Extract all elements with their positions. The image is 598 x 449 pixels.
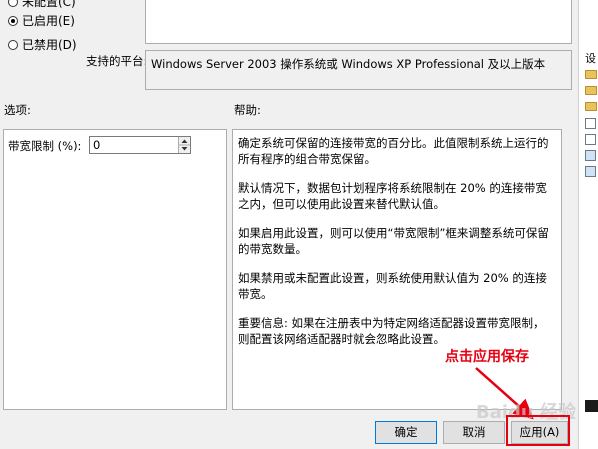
dark-block [585,400,598,412]
help-paragraph: 默认情况下，数据包计划程序将系统限制在 20% 的连接带宽之内，但可以使用此设置… [238,181,547,211]
folder-icon [585,86,597,95]
help-paragraph: 如果启用此设置，则可以使用“带宽限制”框来调整系统可保留的带宽数量。 [238,226,549,256]
radio-disabled[interactable]: 已禁用(D) [8,36,77,53]
apply-highlight-box [506,415,570,446]
options-title: 选项: [4,103,31,117]
cancel-button[interactable]: 取消 [443,421,505,444]
radio-enabled-label: 已启用(E) [22,14,75,28]
bandwidth-label: 带宽限制 (%): [8,139,82,153]
setting-icon [585,166,596,177]
platform-label: 支持的平台: [86,54,148,68]
options-panel: 带宽限制 (%): 0 [3,129,227,410]
radio-disabled-label: 已禁用(D) [22,38,77,52]
background-label: 设 [585,52,596,65]
radio-enabled[interactable]: 已启用(E) [8,12,75,29]
help-paragraph: 确定系统可保留的连接带宽的百分比。此值限制系统上运行的所有程序的组合带宽保留。 [238,136,549,166]
bandwidth-value: 0 [93,138,101,152]
radio-not-configured-label: 未配置(C) [22,0,76,9]
background-window-strip: 设 [578,0,598,449]
radio-circle-icon[interactable] [8,0,18,7]
platform-box: Windows Server 2003 操作系统或 Windows XP Pro… [145,50,572,90]
help-paragraph: 如果禁用或未配置此设置，则系统使用默认值为 20% 的连接带宽。 [238,271,547,301]
help-paragraph: 重要信息: 如果在注册表中为特定网络适配器设置带宽限制，则配置该网络适配器时就会… [238,316,545,346]
spin-buttons[interactable] [178,137,190,153]
spin-arrows-icon[interactable] [179,137,190,153]
setting-icon [585,150,596,161]
bandwidth-spinbox[interactable]: 0 [89,136,191,154]
radio-circle-icon[interactable] [8,39,18,50]
document-icon [585,134,596,145]
ok-button[interactable]: 确定 [375,421,437,444]
platform-value: Windows Server 2003 操作系统或 Windows XP Pro… [151,57,546,71]
radio-selected-icon[interactable] [8,15,18,26]
radio-not-configured[interactable]: 未配置(C) [8,0,76,10]
folder-icon [585,102,597,111]
help-title: 帮助: [234,103,261,117]
folder-icon [585,70,597,79]
comment-textarea[interactable] [145,0,572,44]
document-icon [585,118,596,129]
